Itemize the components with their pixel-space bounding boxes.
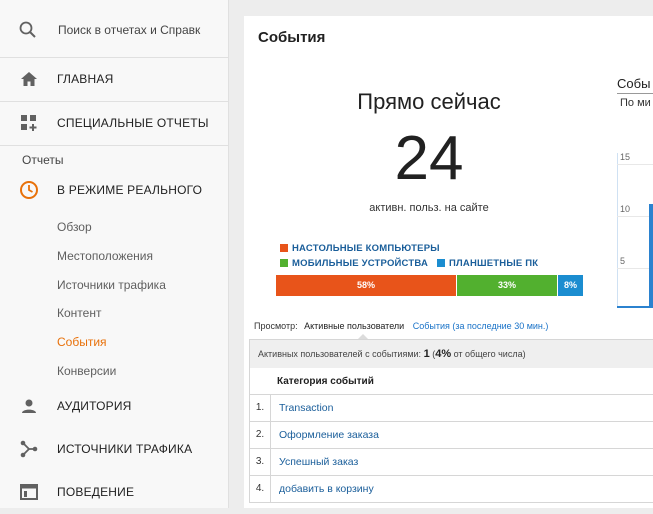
legend-desktop-label: НАСТОЛЬНЫЕ КОМПЬЮТЕРЫ [292, 243, 440, 254]
divider [0, 145, 229, 146]
realtime-locations[interactable]: Местоположения [57, 249, 153, 263]
active-users-caption: активн. польз. на сайте [369, 202, 489, 214]
row-number: 4. [250, 476, 271, 502]
device-bar-mobile: 33% [457, 275, 557, 296]
nav-behavior[interactable]: ПОВЕДЕНИЕ [0, 470, 229, 514]
row-category-link[interactable]: Оформление заказа [279, 429, 379, 441]
realtime-conversions[interactable]: Конверсии [57, 364, 116, 378]
chart-title-underline [617, 93, 653, 94]
column-header-category[interactable]: Категория событий [277, 376, 374, 387]
legend-mobile: МОБИЛЬНЫЕ УСТРОЙСТВА [280, 258, 428, 269]
chart-gridline [617, 216, 653, 217]
row-category-link[interactable]: Transaction [279, 402, 333, 414]
realtime-events[interactable]: События [57, 335, 107, 349]
chart-y-tick: 10 [620, 204, 631, 214]
chart-gridline [617, 268, 653, 269]
nav-custom-reports-label: СПЕЦИАЛЬНЫЕ ОТЧЕТЫ [57, 116, 209, 130]
search-icon [18, 20, 38, 40]
row-number: 2. [250, 422, 271, 448]
table-row: 3. Успешный заказ [249, 449, 653, 476]
legend-mobile-label: МОБИЛЬНЫЕ УСТРОЙСТВА [292, 258, 429, 269]
sidebar: Поиск в отчетах и Справк ГЛАВНАЯ СПЕЦИАЛ… [0, 0, 229, 508]
events-chart-title: Собы [617, 76, 651, 91]
chart-y-tick: 15 [620, 152, 631, 162]
row-number: 1. [250, 395, 271, 421]
legend-tablet: ПЛАНШЕТНЫЕ ПК [437, 258, 538, 269]
nav-home-label: ГЛАВНАЯ [57, 72, 114, 86]
search-input[interactable]: Поиск в отчетах и Справк [58, 23, 200, 37]
active-users-count: 24 [394, 124, 464, 193]
nav-realtime-label: В РЕЖИМЕ РЕАЛЬНОГО [57, 183, 203, 197]
summary-count: 1 [423, 348, 430, 360]
nav-custom-reports[interactable]: СПЕЦИАЛЬНЫЕ ОТЧЕТЫ [0, 101, 229, 145]
chart-baseline [617, 306, 653, 308]
nav-behavior-label: ПОВЕДЕНИЕ [57, 485, 135, 499]
events-panel: События Прямо сейчас 24 активн. польз. н… [244, 16, 653, 508]
summary-bar: Активных пользователей с событиями: 1 (4… [249, 339, 653, 368]
table-header: Категория событий [249, 368, 653, 395]
realtime-content[interactable]: Контент [57, 306, 101, 320]
chart-y-axis [617, 153, 618, 306]
search-row[interactable]: Поиск в отчетах и Справк [0, 0, 229, 58]
summary-percent: 4% [435, 348, 452, 360]
person-icon [19, 396, 39, 416]
view-label: Просмотр: [254, 321, 298, 331]
legend-desktop: НАСТОЛЬНЫЕ КОМПЬЮТЕРЫ [280, 243, 440, 254]
chart-gridline [617, 164, 653, 165]
page-title: События [258, 29, 326, 46]
nav-realtime[interactable]: В РЕЖИМЕ РЕАЛЬНОГО [0, 168, 229, 212]
row-category-link[interactable]: Успешный заказ [279, 456, 358, 468]
legend-tablet-swatch [437, 259, 445, 267]
legend-mobile-swatch [280, 259, 288, 267]
chart-bar [649, 204, 653, 306]
reports-section-label: Отчеты [22, 153, 64, 167]
table-row: 4. добавить в корзину [249, 476, 653, 503]
row-number: 3. [250, 449, 271, 475]
summary-text: Активных пользователей с событиями: 1 (4… [258, 348, 526, 360]
nav-acquisition-label: ИСТОЧНИКИ ТРАФИКА [57, 442, 193, 456]
events-chart-subtitle: По ми [620, 97, 651, 109]
row-category-link[interactable]: добавить в корзину [279, 483, 374, 495]
legend-tablet-label: ПЛАНШЕТНЫЕ ПК [449, 258, 539, 269]
view-tabs: Просмотр: Активные пользователи События … [254, 321, 548, 331]
device-bar-tablet: 8% [558, 275, 583, 296]
chart-y-tick: 5 [620, 256, 626, 266]
merge-icon [19, 439, 39, 459]
nav-audience-label: АУДИТОРИЯ [57, 399, 132, 413]
tab-active-users[interactable]: Активные пользователи [304, 321, 404, 331]
home-icon [19, 69, 39, 89]
dashboard-add-icon [19, 113, 39, 133]
table-row: 1. Transaction [249, 395, 653, 422]
tab-events-30min[interactable]: События (за последние 30 мин.) [413, 321, 549, 331]
legend-desktop-swatch [280, 244, 288, 252]
clock-icon [19, 180, 39, 200]
table-row: 2. Оформление заказа [249, 422, 653, 449]
nav-home[interactable]: ГЛАВНАЯ [0, 57, 229, 101]
realtime-overview[interactable]: Обзор [57, 220, 92, 234]
nav-audience[interactable]: АУДИТОРИЯ [0, 384, 229, 428]
nav-acquisition[interactable]: ИСТОЧНИКИ ТРАФИКА [0, 427, 229, 471]
window-icon [19, 482, 39, 502]
right-now-heading: Прямо сейчас [357, 89, 501, 114]
device-bar-desktop: 58% [276, 275, 456, 296]
realtime-traffic-sources[interactable]: Источники трафика [57, 278, 166, 292]
